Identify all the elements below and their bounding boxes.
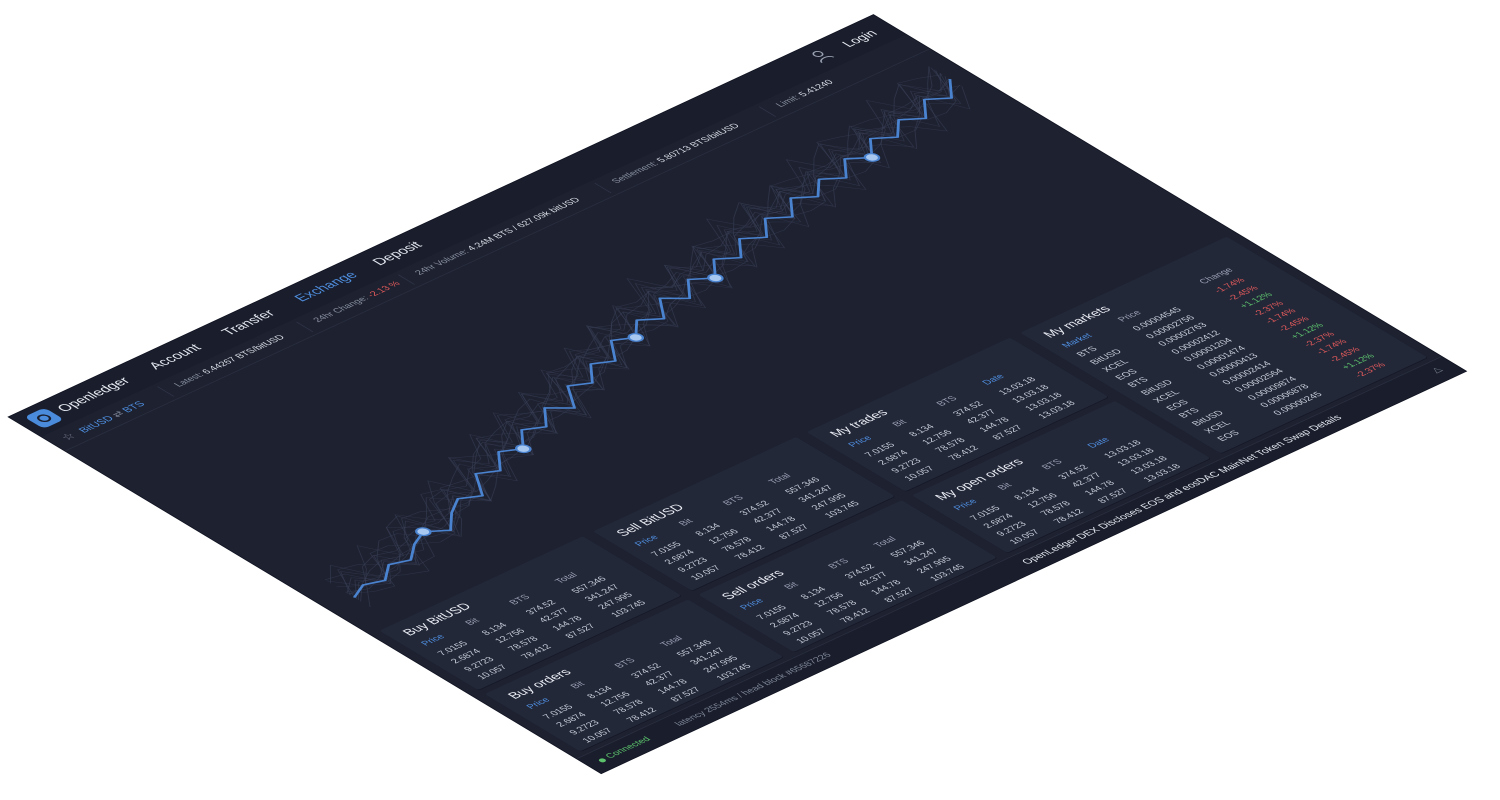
- stage: Openledger Account Transfer Exchange Dep…: [0, 0, 1500, 800]
- column-header[interactable]: Bit: [996, 482, 1015, 492]
- column-header[interactable]: BTS: [1040, 458, 1066, 471]
- stat-limit-label: Limit:: [773, 93, 804, 109]
- openledger-logo-icon[interactable]: [24, 407, 65, 429]
- pair-quote: BTS: [119, 399, 149, 415]
- column-header[interactable]: Total: [553, 571, 580, 585]
- column-header[interactable]: Total: [872, 535, 899, 549]
- user-icon[interactable]: [807, 48, 835, 63]
- column-header[interactable]: BTS: [507, 593, 533, 606]
- panel-title: Sell BitUSD: [612, 501, 688, 539]
- column-header[interactable]: Bit: [890, 418, 909, 428]
- column-header[interactable]: Price: [633, 534, 661, 548]
- divider: [296, 321, 314, 333]
- column-header[interactable]: Bit: [677, 518, 696, 528]
- column-header[interactable]: Price: [846, 434, 874, 448]
- column-header[interactable]: Bit: [569, 680, 588, 690]
- column-header[interactable]: Price: [738, 597, 766, 611]
- column-header[interactable]: BTS: [934, 395, 960, 408]
- connection-status-dot-icon: [597, 757, 608, 764]
- column-header[interactable]: Total: [658, 635, 685, 649]
- exchange-screen: Openledger Account Transfer Exchange Dep…: [9, 15, 1466, 774]
- column-header[interactable]: Bit: [463, 617, 482, 627]
- chart-marker-point[interactable]: [626, 332, 646, 343]
- column-header[interactable]: Bit: [782, 581, 801, 591]
- panel-title: My trades: [825, 406, 892, 439]
- column-header[interactable]: BTS: [721, 494, 747, 507]
- column-header[interactable]: Date: [980, 373, 1007, 387]
- column-header[interactable]: BTS: [826, 557, 852, 570]
- column-header[interactable]: BTS: [613, 657, 639, 670]
- favorite-star-icon[interactable]: ☆: [57, 430, 80, 443]
- column-header[interactable]: Date: [1086, 436, 1113, 450]
- divider: [594, 182, 612, 194]
- login-link[interactable]: Login: [838, 28, 880, 49]
- column-header[interactable]: Price: [952, 498, 980, 512]
- collapse-up-icon[interactable]: △: [1429, 366, 1445, 374]
- divider: [157, 386, 175, 397]
- divider: [758, 106, 777, 117]
- column-header[interactable]: Total: [767, 472, 794, 486]
- column-header[interactable]: Price: [419, 633, 447, 647]
- panel-title: My markets: [1039, 303, 1114, 340]
- column-header[interactable]: Price: [524, 696, 552, 710]
- panel-title: Buy BitUSD: [398, 600, 475, 638]
- connection-status: Connected: [603, 735, 654, 761]
